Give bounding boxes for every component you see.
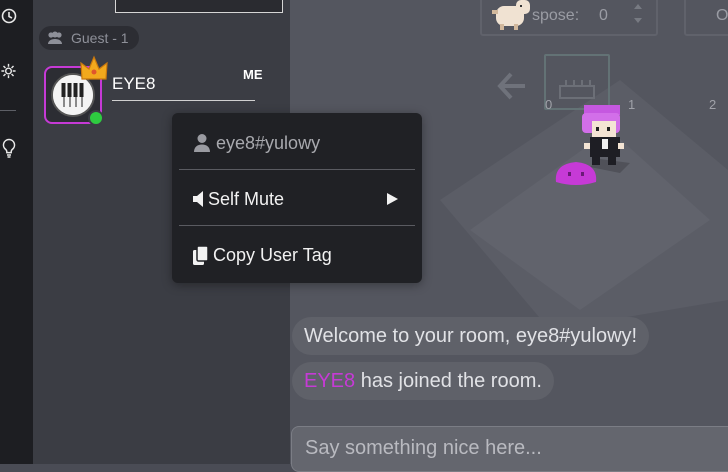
left-icon-rail — [0, 0, 33, 464]
guest-count-label: Guest - 1 — [71, 30, 129, 46]
user-tag-text: eye8#yulowy — [216, 132, 321, 153]
me-badge: ME — [243, 67, 263, 82]
copy-user-tag-label: Copy User Tag — [213, 244, 332, 265]
history-icon[interactable] — [0, 6, 17, 26]
user-icon — [194, 134, 210, 152]
copy-icon — [193, 245, 209, 265]
stepper-down-icon[interactable] — [634, 18, 642, 23]
slime-pet-sprite — [555, 162, 597, 185]
self-mute-item[interactable]: Self Mute — [172, 181, 422, 217]
welcome-text: Welcome to your room, eye8#yulowy! — [304, 324, 638, 347]
transpose-value: 0 — [599, 7, 608, 24]
transpose-label: spose: — [532, 7, 580, 24]
chat-message-join: EYE8 has joined the room. — [292, 362, 554, 400]
online-status-dot — [88, 110, 104, 126]
keyboard-number-0: 0 — [545, 97, 553, 112]
menu-divider — [179, 169, 415, 170]
username-field[interactable]: EYE8 — [112, 72, 255, 101]
self-mute-label: Self Mute — [208, 188, 285, 209]
user-context-menu: eye8#yulowy Self Mute Copy User Tag — [172, 113, 422, 283]
copy-user-tag-item[interactable]: Copy User Tag — [172, 237, 422, 273]
keyboard-number-2: 2 — [709, 97, 717, 112]
settings-gear-icon[interactable] — [0, 61, 17, 81]
octave-label: Oct — [716, 7, 728, 24]
submenu-arrow-icon — [387, 193, 398, 205]
panel-top-box — [115, 0, 283, 13]
join-username[interactable]: EYE8 — [304, 370, 355, 393]
menu-divider — [179, 225, 415, 226]
guest-count-badge: Guest - 1 — [39, 26, 139, 50]
user-tag-row: eye8#yulowy — [172, 125, 422, 161]
speaker-icon — [193, 191, 203, 207]
lightbulb-icon[interactable] — [0, 138, 17, 158]
stepper-up-icon[interactable] — [634, 4, 642, 9]
rail-divider — [0, 110, 16, 111]
crown-icon — [79, 55, 109, 88]
arrow-left-icon[interactable] — [497, 72, 527, 100]
users-icon — [48, 31, 62, 44]
join-text: has joined the room. — [355, 369, 542, 392]
chat-input[interactable]: Say something nice here... — [291, 426, 728, 472]
piano-icon — [559, 80, 595, 99]
keyboard-selector[interactable] — [544, 54, 610, 110]
dog-sprite — [492, 0, 530, 30]
chat-message-welcome: Welcome to your room, eye8#yulowy! — [292, 317, 650, 355]
octave-control[interactable]: Oct — [684, 0, 728, 36]
